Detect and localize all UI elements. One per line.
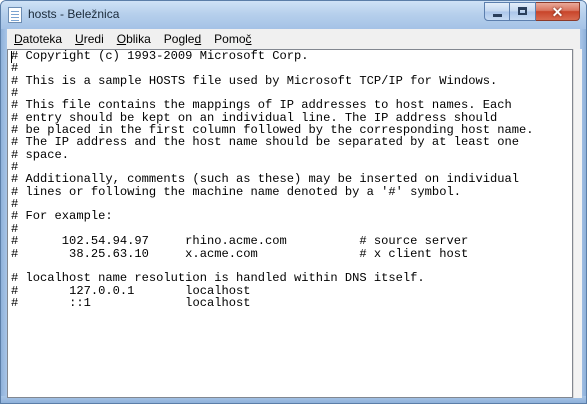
notepad-window: hosts - Beležnica ✕ Datoteka Uredi Oblik… — [0, 0, 587, 404]
maximize-icon — [518, 7, 527, 15]
text-editor[interactable]: # Copyright (c) 1993-2009 Microsoft Corp… — [7, 49, 573, 398]
caption-buttons: ✕ — [484, 2, 580, 22]
editor-content[interactable]: # Copyright (c) 1993-2009 Microsoft Corp… — [11, 50, 572, 397]
menu-bar: Datoteka Uredi Oblika Pogled Pomoč — [7, 29, 580, 49]
text-caret — [11, 51, 12, 63]
menu-view-label: Pogle — [163, 32, 195, 46]
menu-edit[interactable]: Uredi — [68, 29, 110, 49]
menu-file-label: atoteka — [22, 32, 63, 46]
maximize-button[interactable] — [510, 2, 536, 21]
menu-edit-label: redi — [83, 32, 104, 46]
menu-file[interactable]: Datoteka — [7, 29, 68, 49]
menu-view[interactable]: Pogled — [157, 29, 207, 49]
notepad-icon[interactable] — [8, 7, 22, 23]
minimize-button[interactable] — [484, 2, 510, 21]
menu-help-label: Pomo — [214, 32, 246, 46]
vertical-scrollbar[interactable] — [573, 49, 582, 398]
menu-help[interactable]: Pomoč — [207, 29, 257, 49]
menu-edit-accel: U — [75, 32, 84, 46]
menu-view-accel: d — [194, 32, 202, 46]
menu-format-label: blika — [126, 32, 151, 46]
menu-format[interactable]: Oblika — [110, 29, 157, 49]
menu-file-accel: D — [14, 32, 23, 46]
menu-help-accel: č — [245, 32, 252, 46]
close-icon: ✕ — [551, 4, 564, 20]
minimize-icon — [493, 14, 502, 17]
close-button[interactable]: ✕ — [536, 2, 580, 21]
menu-format-accel: O — [116, 32, 127, 46]
window-title: hosts - Beležnica — [28, 7, 120, 21]
title-bar[interactable]: hosts - Beležnica ✕ — [1, 1, 586, 29]
